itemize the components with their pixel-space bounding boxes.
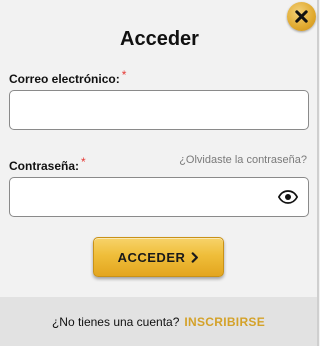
password-field-wrapper (9, 177, 309, 217)
password-label-text: Contraseña: (9, 159, 80, 173)
submit-button-label: ACCEDER (117, 249, 186, 265)
password-label: Contraseña: * (9, 155, 86, 173)
modal-title: Acceder (120, 28, 199, 50)
close-icon (295, 10, 308, 23)
signup-link[interactable]: INSCRIBIRSE (184, 315, 265, 329)
eye-icon[interactable] (278, 189, 298, 205)
email-input[interactable] (10, 91, 308, 129)
required-mark: * (81, 155, 86, 169)
chevron-right-icon (191, 251, 199, 263)
required-mark: * (121, 68, 127, 82)
login-modal: Acceder Correo electrónico: * Contraseña:… (0, 0, 319, 346)
no-account-text: ¿No tienes una cuenta? (51, 314, 180, 329)
forgot-password-link[interactable]: ¿Olvidaste la contraseña? (179, 154, 307, 166)
signup-footer: ¿No tienes una cuenta? INSCRIBIRSE (0, 297, 317, 346)
submit-button[interactable]: ACCEDER (93, 237, 224, 277)
email-label: Correo electrónico: * (9, 68, 126, 86)
close-button[interactable] (287, 2, 316, 31)
email-label-text: Correo electrónico: (9, 72, 120, 86)
password-input[interactable] (10, 178, 308, 216)
email-field-wrapper (9, 90, 309, 130)
